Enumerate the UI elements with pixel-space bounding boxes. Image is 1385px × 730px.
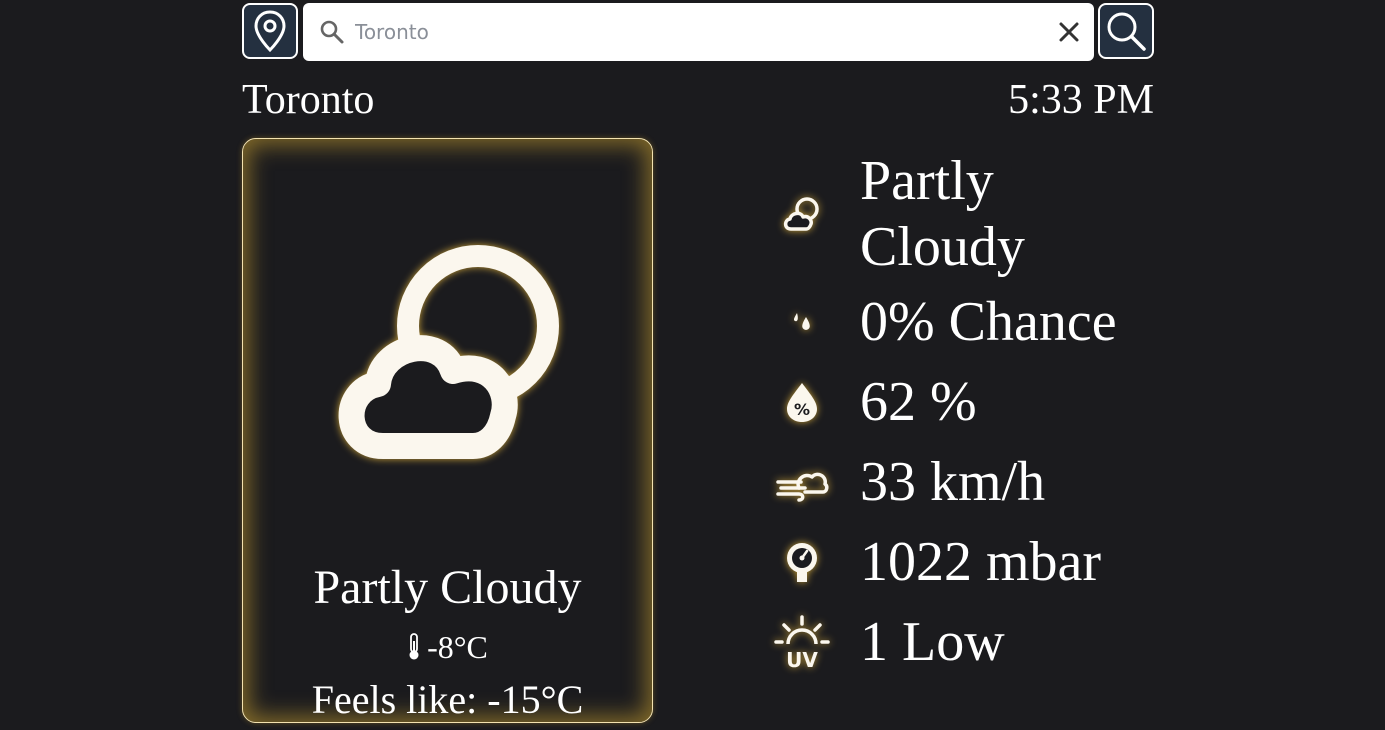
wind-icon: [776, 472, 829, 502]
condition-label: Partly Cloudy: [313, 561, 582, 614]
detail-humidity: % 62 %: [772, 362, 1172, 442]
partly-cloudy-icon: [338, 245, 559, 459]
search-bar: [303, 3, 1094, 61]
humidity-icon: %: [787, 383, 817, 422]
map-pin-icon: [254, 10, 286, 52]
rain-drops-icon: [793, 313, 810, 330]
uv-index-icon: UV: [774, 615, 830, 670]
feels-like-label: Feels like: -15°C: [311, 677, 584, 722]
city-name: Toronto: [242, 77, 375, 123]
thermometer-icon: [409, 633, 419, 660]
local-time: 5:33 PM: [1008, 77, 1154, 123]
search-input[interactable]: [355, 12, 1044, 52]
search-icon: [1107, 12, 1146, 51]
temperature-value: -8°C: [427, 629, 488, 665]
search-icon: [303, 3, 361, 61]
search-button[interactable]: [1098, 3, 1154, 59]
location-button[interactable]: [242, 3, 298, 59]
detail-uv: UV 1 Low: [772, 602, 1172, 682]
detail-precipitation: 0% Chance: [772, 282, 1172, 362]
detail-condition: Partly Cloudy: [772, 146, 1172, 282]
svg-text:UV: UV: [786, 648, 818, 670]
svg-text:%: %: [794, 400, 810, 419]
detail-humidity-text: 62 %: [860, 371, 977, 433]
detail-pressure-text: 1022 mbar: [860, 531, 1102, 593]
close-icon[interactable]: [1044, 3, 1094, 61]
detail-condition-text: Partly Cloudy: [860, 150, 1025, 278]
detail-pressure: 1022 mbar: [772, 522, 1172, 602]
weather-details: Partly Cloudy 0% Chance % 62 % 33 km/h 1…: [772, 146, 1172, 682]
pressure-gauge-icon: [787, 543, 817, 582]
detail-wind: 33 km/h: [772, 442, 1172, 522]
temperature-row: -8°C: [243, 627, 652, 667]
detail-wind-text: 33 km/h: [860, 451, 1046, 513]
detail-uv-text: 1 Low: [860, 611, 1005, 673]
detail-precipitation-text: 0% Chance: [860, 291, 1117, 353]
current-weather-card: Partly Cloudy -8°C Feels like: -15°C: [242, 138, 653, 723]
partly-cloudy-icon: [783, 197, 819, 231]
